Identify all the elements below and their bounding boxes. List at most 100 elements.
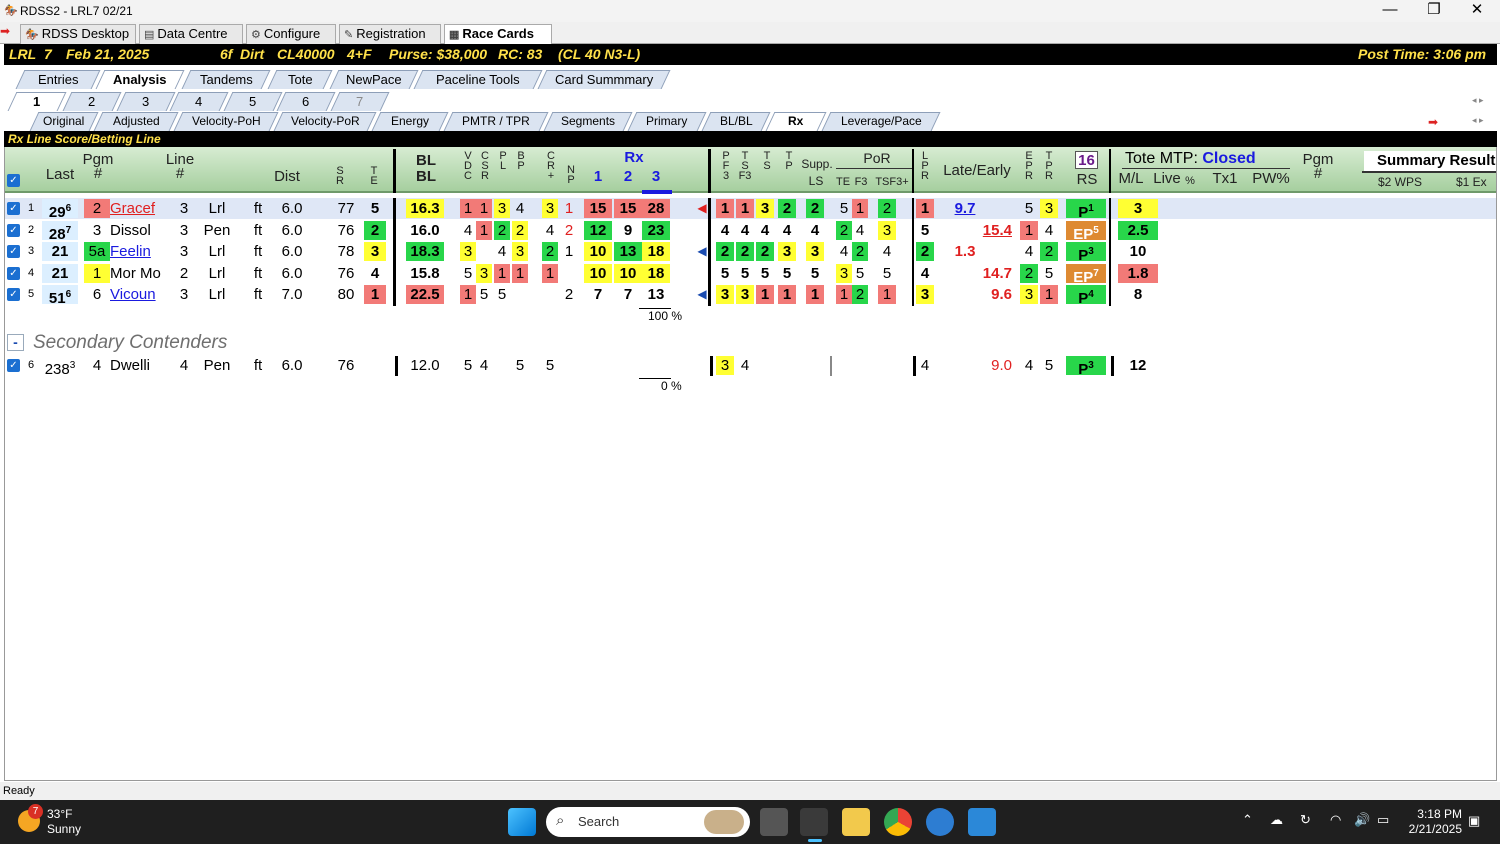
help-icon[interactable] (926, 808, 954, 836)
tab-original[interactable]: Original (29, 112, 99, 131)
tab-race-6[interactable]: 6 (276, 92, 336, 111)
cell-rx1-value: 12 (589, 221, 607, 239)
tab-pmtr-tpr[interactable]: PMTR / TPR (443, 112, 549, 131)
tab-race-7[interactable]: 7 (330, 92, 390, 111)
cell-late[interactable]: 9.7 (948, 199, 982, 218)
row-checkbox[interactable]: ✓ (7, 359, 20, 372)
scroll-arrows-icon[interactable]: ◂ ▸ (1472, 115, 1484, 126)
tab-rdss-desktop[interactable]: 🏇 RDSS Desktop (20, 24, 136, 44)
tab-race-2[interactable]: 2 (62, 92, 122, 111)
tab-paceline-tools[interactable]: Paceline Tools (413, 70, 543, 89)
cell-name[interactable]: Dissol (110, 221, 166, 240)
clock-time[interactable]: 3:18 PM (1402, 807, 1462, 821)
file-explorer-icon[interactable] (842, 808, 870, 836)
header-tpr: T P R (1045, 150, 1053, 182)
app-icon-blue[interactable] (968, 808, 996, 836)
cell-sf-value: ft (253, 357, 263, 374)
chrome-icon[interactable] (884, 808, 912, 836)
race-purse: Purse: $38,000 (389, 46, 488, 62)
tab-configure[interactable]: ⚙ Configure (246, 24, 336, 44)
battery-icon[interactable]: ▭ (1377, 812, 1389, 828)
cell-last: 287 (42, 220, 78, 243)
tab-card-summary[interactable]: Card Summmary (537, 70, 671, 89)
tab-race-cards[interactable]: ▦ Race Cards (444, 24, 552, 45)
tab-newpace[interactable]: NewPace (329, 70, 419, 89)
cell-epr-value: 4 (1024, 243, 1034, 260)
tab-velocity-por[interactable]: Velocity-PoR (273, 112, 377, 131)
row-checkbox[interactable]: ✓ (7, 245, 20, 258)
tab-leverage-pace[interactable]: Leverage/Pace (821, 112, 941, 131)
select-all-checkbox[interactable]: ✓ (7, 174, 20, 187)
cell-line-value: 3 (179, 286, 189, 303)
table-row[interactable]: ✓ 4 21 1 Mor Mo 2 Lrl ft 6.0 76 4 15.8 5 3 1 1 1 10 10 18 5 5… (4, 263, 1497, 286)
task-view-icon[interactable] (760, 808, 788, 836)
volume-icon[interactable]: 🔊 (1354, 812, 1370, 828)
tab-energy[interactable]: Energy (371, 112, 449, 131)
header-ls: LS (808, 174, 824, 188)
cell-epr-value: 2 (1024, 264, 1034, 282)
tab-race-4[interactable]: 4 (169, 92, 229, 111)
row-checkbox[interactable]: ✓ (7, 202, 20, 215)
row-checkbox[interactable]: ✓ (7, 223, 20, 237)
tab-rx[interactable]: Rx (765, 112, 827, 131)
cell-lpr: 4 (916, 356, 934, 375)
race-class: CL40000 (277, 46, 335, 62)
search-box[interactable]: ⌕ Search (546, 807, 750, 837)
table-row[interactable]: ✓ 1 296 2 Gracef 3 Lrl ft 6.0 77 5 16.3 1 1 3 4 3 1 15 15 28… (4, 198, 1497, 221)
cell-name[interactable]: Dwelli (110, 356, 166, 375)
rdss-app-icon[interactable] (800, 808, 828, 836)
scroll-arrows-icon[interactable]: ◂ ▸ (1472, 95, 1484, 106)
cell-early[interactable]: 14.7 (976, 264, 1012, 283)
tab-data-centre[interactable]: ▤ Data Centre (139, 24, 243, 44)
tab-analysis[interactable]: Analysis (95, 70, 185, 89)
cell-name[interactable]: Mor Mo (110, 264, 166, 283)
tab-primary[interactable]: Primary (627, 112, 707, 131)
summary-results-header[interactable]: Summary Results (1364, 151, 1497, 171)
cell-late[interactable]: 1.3 (948, 242, 982, 261)
cell-name[interactable]: Vicoun (110, 285, 166, 304)
cell-rs: P3 (1066, 356, 1106, 378)
clock-date[interactable]: 2/21/2025 (1398, 822, 1462, 836)
start-icon[interactable] (508, 808, 536, 836)
sync-icon[interactable]: ↻ (1300, 812, 1311, 828)
cell-bl-value: 16.3 (410, 200, 440, 217)
cell-early[interactable]: 9.6 (976, 285, 1012, 304)
export-icon[interactable]: ➡ (1428, 115, 1438, 129)
table-row[interactable]: ✓ 3 21 5a Feelin 3 Lrl ft 6.0 78 3 18.3 3 4 3 2 1 10 13 18 2… (4, 241, 1497, 264)
cell-tsf3-value: 2 (740, 243, 750, 260)
cell-pf3: 4 (716, 221, 734, 240)
cell-f3: 5 (852, 264, 868, 283)
tab-adjusted[interactable]: Adjusted (93, 112, 179, 131)
tab-race-3[interactable]: 3 (116, 92, 176, 111)
row-checkbox[interactable]: ✓ (7, 266, 20, 280)
collapse-toggle[interactable]: - (7, 334, 24, 351)
maximize-button[interactable]: ❐ (1412, 0, 1456, 22)
table-row[interactable]: ✓ 5 516 6 Vicoun 3 Lrl ft 7.0 80 1 22.5 1 5 5 2 7 7 13 3 3 1 1… (4, 284, 1497, 307)
cell-early[interactable]: 9.0 (976, 356, 1012, 375)
tab-registration[interactable]: ✎ Registration (339, 24, 441, 44)
tab-tote[interactable]: Tote (267, 70, 333, 89)
tab-blbl[interactable]: BL/BL (701, 112, 771, 131)
tab-race-1[interactable]: 1 (7, 92, 67, 111)
cell-tp: 4 (778, 221, 796, 240)
minimize-button[interactable]: — (1368, 0, 1412, 22)
notification-icon[interactable]: ▣ (1468, 813, 1480, 829)
close-button[interactable]: ✕ (1455, 0, 1499, 22)
chevron-up-icon[interactable]: ⌃ (1242, 812, 1253, 828)
cell-lpr: 5 (916, 221, 934, 240)
cell-name[interactable]: Gracef (110, 199, 166, 218)
tab-race-5[interactable]: 5 (223, 92, 283, 111)
cell-rs-value: P (1078, 204, 1089, 221)
tab-velocity-poh[interactable]: Velocity-PoH (173, 112, 279, 131)
table-row[interactable]: ✓ 2 287 3 Dissol 3 Pen ft 6.0 76 2 16.0 4 1 2 2 4 2 12 9 23 4… (4, 220, 1497, 243)
tab-segments[interactable]: Segments (543, 112, 633, 131)
row-checkbox[interactable]: ✓ (7, 288, 20, 301)
cell-early[interactable]: 15.4 (976, 221, 1012, 240)
cell-np: 2 (562, 285, 576, 304)
tab-tandems[interactable]: Tandems (181, 70, 271, 89)
cloud-icon[interactable]: ☁ (1270, 812, 1283, 828)
tab-entries[interactable]: Entries (15, 70, 101, 89)
table-row[interactable]: ✓ 6 2383 4 Dwelli 4 Pen ft 6.0 76 12.0 5 4 5 5 3 4 4 9.0 4 5… (4, 355, 1497, 378)
cell-name[interactable]: Feelin (110, 242, 166, 261)
wifi-icon[interactable]: ◠ (1330, 812, 1341, 828)
